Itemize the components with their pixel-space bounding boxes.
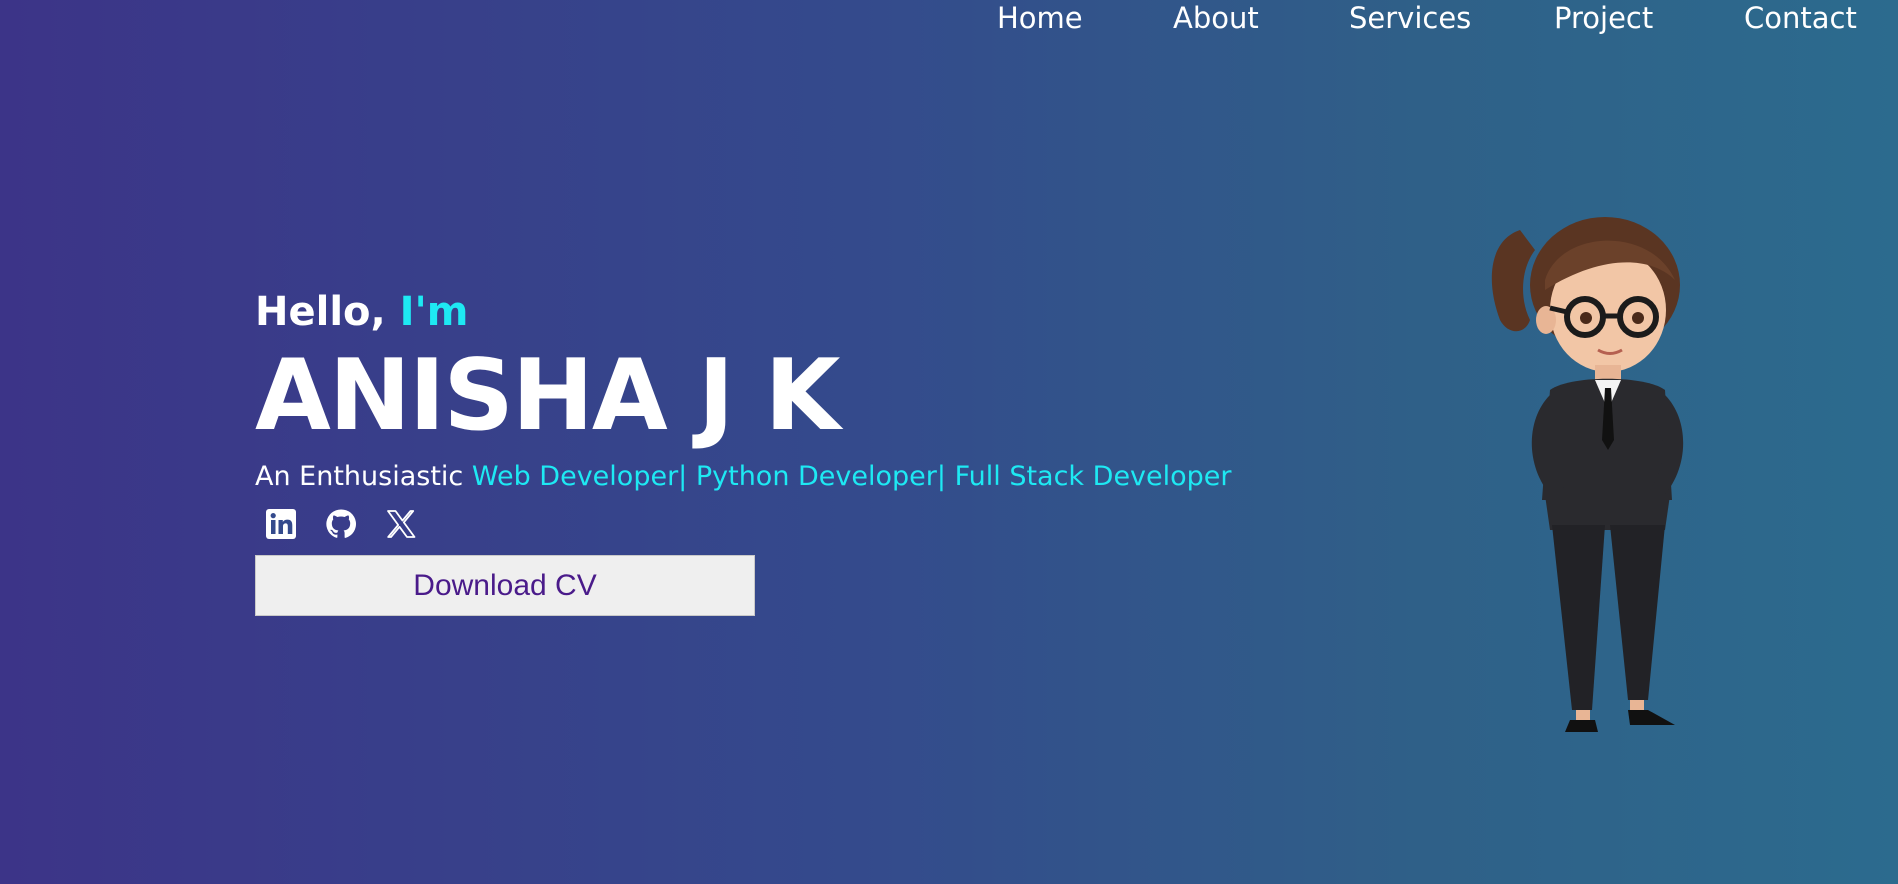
tagline: An Enthusiastic Web Developer| Python De… <box>255 457 1235 497</box>
avatar-illustration <box>1480 210 1710 745</box>
nav-project-link[interactable]: Project <box>1554 0 1653 36</box>
nav-services-link[interactable]: Services <box>1349 0 1471 36</box>
download-cv-button[interactable]: Download CV <box>255 555 755 616</box>
nav-home-link[interactable]: Home <box>997 0 1083 36</box>
x-icon[interactable] <box>385 508 417 540</box>
social-links <box>265 505 1235 543</box>
hero-name: ANISHA J K <box>255 339 840 453</box>
top-nav: Home About Services Project Contact <box>0 0 1898 40</box>
tagline-roles: Web Developer| Python Developer| Full St… <box>471 461 1232 492</box>
greeting: Hello, I'm <box>255 285 1235 339</box>
greeting-accent: I'm <box>399 289 469 335</box>
linkedin-icon[interactable] <box>265 508 297 540</box>
github-icon[interactable] <box>325 508 357 540</box>
nav-about-link[interactable]: About <box>1173 0 1259 36</box>
hero-section: Hello, I'm ANISHA J K An Enthusiastic We… <box>255 285 1235 616</box>
greeting-text: Hello, <box>255 289 386 335</box>
nav-contact-link[interactable]: Contact <box>1744 0 1857 36</box>
tagline-prefix: An Enthusiastic <box>255 461 464 492</box>
